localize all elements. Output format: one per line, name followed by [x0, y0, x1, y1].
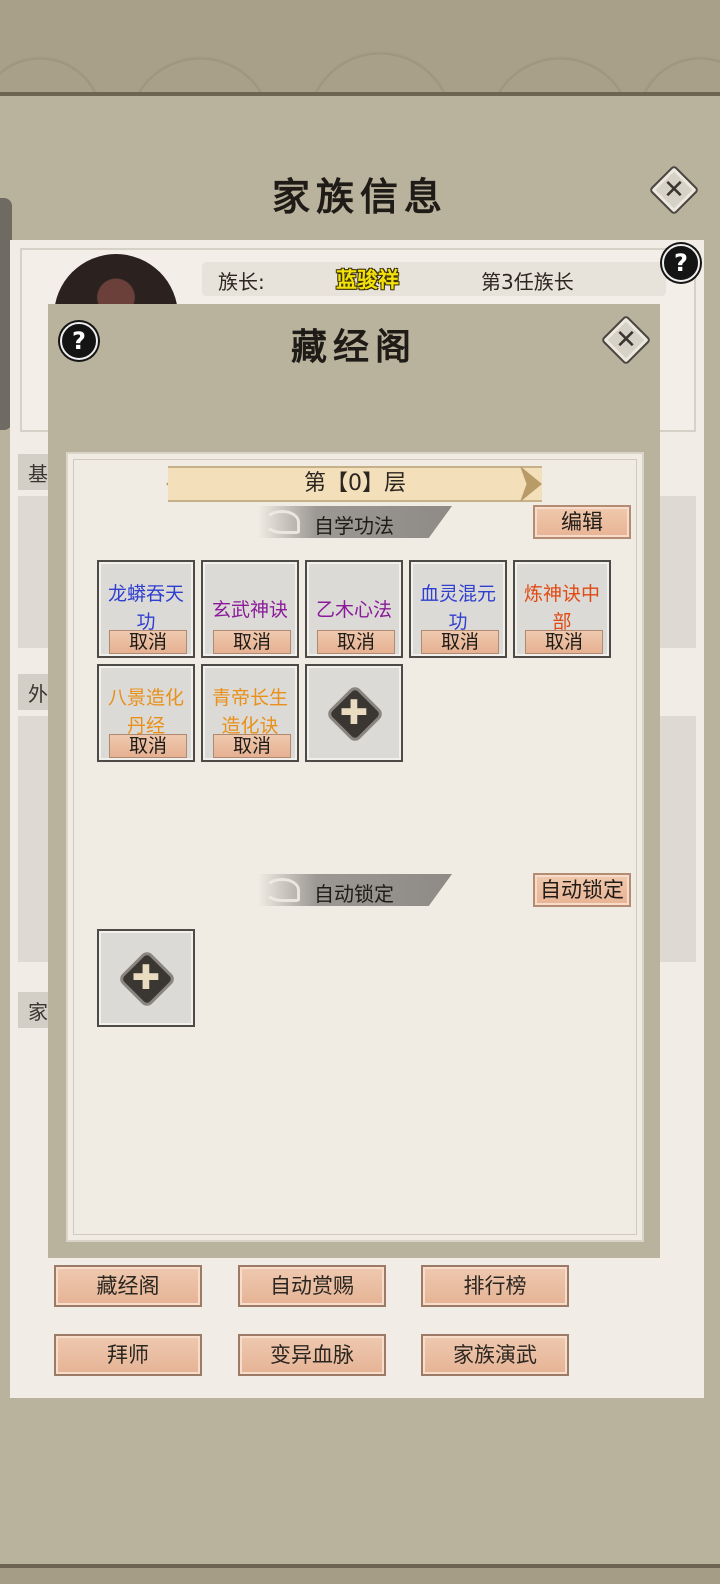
technique-tile[interactable]: 青帝长生造化诀 取消 [201, 664, 299, 762]
technique-name: 青帝长生造化诀 [211, 687, 288, 737]
technique-name: 玄武神诀 [211, 599, 288, 621]
leader-info-bar [202, 262, 666, 296]
technique-tile[interactable]: 血灵混元功 取消 [409, 560, 507, 658]
leader-label: 族长: [218, 270, 265, 294]
technique-name: 龙蟒吞天功 [107, 583, 184, 633]
cancel-button[interactable]: 取消 [317, 630, 395, 654]
pavilion-close-button[interactable]: ✕ [600, 314, 652, 366]
top-decorative-banner [0, 0, 720, 96]
technique-tile[interactable]: 龙蟒吞天功 取消 [97, 560, 195, 658]
plus-icon: ✚ [339, 693, 369, 733]
technique-tile[interactable]: 八景造化丹经 取消 [97, 664, 195, 762]
auto-lock-title: 自动锁定 [314, 882, 394, 906]
bottom-decorative-banner [0, 1564, 720, 1584]
cancel-button[interactable]: 取消 [109, 630, 187, 654]
technique-name: 乙木心法 [315, 599, 392, 621]
floor-indicator: 第【0】层 [168, 466, 542, 502]
cloud-swirl-icon [264, 878, 300, 902]
ranking-button[interactable]: 排行榜 [421, 1265, 569, 1307]
close-icon: ✕ [615, 325, 637, 355]
auto-reward-button[interactable]: 自动赏赐 [238, 1265, 386, 1307]
close-icon: ✕ [663, 175, 685, 205]
cloud-swirl-icon [264, 510, 300, 534]
cancel-button[interactable]: 取消 [213, 734, 291, 758]
cancel-button[interactable]: 取消 [421, 630, 499, 654]
technique-name: 八景造化丹经 [107, 687, 184, 737]
technique-tile[interactable]: 玄武神诀 取消 [201, 560, 299, 658]
pavilion-title: 藏经阁 [290, 326, 417, 368]
add-auto-lock-button[interactable]: ✚ [97, 929, 195, 1027]
apprentice-button[interactable]: 拜师 [54, 1334, 202, 1376]
plus-icon: ✚ [131, 958, 161, 998]
leader-generation: 第3任族长 [481, 270, 574, 294]
cancel-button[interactable]: 取消 [213, 630, 291, 654]
edit-button[interactable]: 编辑 [533, 505, 631, 539]
family-help-icon[interactable]: ? [662, 244, 700, 282]
scripture-pavilion-button[interactable]: 藏经阁 [54, 1265, 202, 1307]
technique-name: 血灵混元功 [419, 583, 496, 633]
technique-tile[interactable]: 乙木心法 取消 [305, 560, 403, 658]
page-title: 家族信息 [271, 174, 448, 219]
self-study-title: 自学功法 [314, 514, 394, 538]
leader-name: 蓝骏祥 [336, 268, 399, 292]
cancel-button[interactable]: 取消 [109, 734, 187, 758]
add-technique-button[interactable]: ✚ [305, 664, 403, 762]
close-button[interactable]: ✕ [648, 164, 700, 216]
cancel-button[interactable]: 取消 [525, 630, 603, 654]
mutated-bloodline-button[interactable]: 变异血脉 [238, 1334, 386, 1376]
family-martial-drill-button[interactable]: 家族演武 [421, 1334, 569, 1376]
auto-lock-button[interactable]: 自动锁定 [533, 873, 631, 907]
pavilion-help-icon[interactable]: ? [60, 322, 98, 360]
technique-name: 炼神诀中部 [523, 583, 600, 633]
technique-tile[interactable]: 炼神诀中部 取消 [513, 560, 611, 658]
